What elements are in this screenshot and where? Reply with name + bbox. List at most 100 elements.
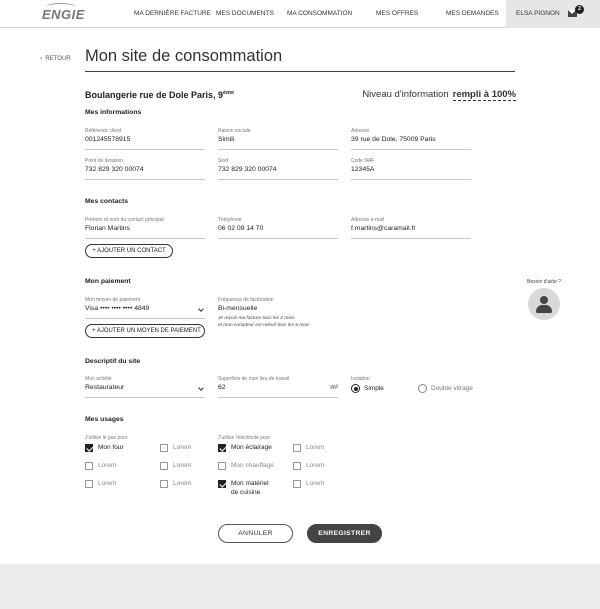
field-value: f.martins@caramail.fr [351,225,416,232]
field-value: Simili [218,136,235,143]
field-value: Florian Martins [85,225,130,232]
mail-count-badge: 2 [575,5,584,14]
field-label: Téléphone [218,217,242,223]
field-value: Visa •••• •••• •••• 4849 [85,305,150,312]
billing-note-line: Je reçois ma facture tous les 2 mois [218,316,295,321]
field-telephone[interactable]: Téléphone 06 02 09 14 70 [218,217,338,239]
cancel-button[interactable]: ANNULER [218,524,293,543]
field-label: Fréquence de facturation [218,297,274,303]
nav-user-menu[interactable]: ELSA PIGNON [506,0,600,28]
field-label: Raison sociale [218,128,251,134]
field-code-naf[interactable]: Code NAF 12345A [351,158,471,180]
field-raison-sociale[interactable]: Raison sociale Simili [218,128,338,150]
field-value: Bi-mensuelle [218,305,258,312]
checkbox-label[interactable]: Lorem [173,461,191,470]
section-usages: Mes usages [85,416,124,423]
checkbox-label[interactable]: Lorem [98,461,116,470]
field-point-de-livraison[interactable]: Point de livraison 732 829 320 00074 [85,158,205,180]
field-value: 62 [218,384,226,391]
engie-logo[interactable]: ENGIE [42,7,85,22]
checkbox-label[interactable]: Mon chauffage [231,461,274,470]
checkbox-elec-lorem[interactable] [293,444,301,452]
checkbox-label[interactable]: Lorem [306,461,324,470]
section-paiement: Mon paiement [85,278,131,285]
checkbox-label[interactable]: Lorem [173,443,191,452]
nav-derniere-facture[interactable]: MA DERNIÈRE FACTURE [134,0,211,28]
radio-simple-label[interactable]: Simple [364,385,384,392]
checkbox-materiel-cuisine[interactable] [218,480,226,488]
field-value: 12345A [351,166,375,173]
field-label: Adresse e-mail [351,217,385,223]
field-label: Mon activité [85,376,112,382]
nav-mes-offres[interactable]: MES OFFRES [376,0,418,28]
elec-usage-label: J'utilise l'électricité pour [218,435,271,441]
back-link[interactable]: ‹ RETOUR [40,56,71,62]
checkbox-mon-chauffage[interactable] [218,462,226,470]
field-label: Prénom et nom du contact principal [85,217,164,223]
nav-mes-documents[interactable]: MES DOCUMENTS [216,0,274,28]
checkbox-mon-four[interactable] [85,444,93,452]
field-label: Superficie de mon lieu de travail [218,376,290,382]
add-payment-button[interactable]: + AJOUTER UN MOYEN DE PAIEMENT [85,324,205,338]
field-value: 732 829 320 00074 [218,166,277,173]
field-siret[interactable]: Siret 732 829 320 00074 [218,158,338,180]
checkbox-gas-lorem[interactable] [85,462,93,470]
field-reference-client[interactable]: Référence client 001245578915 [85,128,205,150]
radio-simple[interactable] [351,384,360,393]
nav-mes-demandes[interactable]: MES DEMANDES [446,0,499,28]
checkbox-label[interactable]: Mon matériel de cuisine [231,479,269,497]
checkbox-elec-lorem[interactable] [293,480,301,488]
nav-ma-consommation[interactable]: MA CONSOMMATION [287,0,352,28]
area-field[interactable]: Superficie de mon lieu de travail 62 m² [218,376,338,398]
checkbox-gas-lorem[interactable] [160,462,168,470]
checkbox-gas-lorem[interactable] [160,480,168,488]
activity-select[interactable]: Mon activité Restaurateur [85,376,205,398]
checkbox-gas-lorem[interactable] [160,444,168,452]
field-value: Restaurateur [85,384,125,391]
checkbox-label[interactable]: Lorem [306,443,324,452]
checkbox-label-line: de cuisine [231,489,261,496]
insulation-label: Isolation [351,376,370,382]
checkbox-label[interactable]: Lorem [173,479,191,488]
radio-double-vitrage[interactable] [418,384,427,393]
area-unit: m² [330,384,338,391]
add-contact-button[interactable]: + AJOUTER UN CONTACT [85,244,173,258]
field-label: Référence client [85,128,122,134]
billing-note-line: et mon compteur est relevé tous les 6 mo… [218,323,310,328]
user-name: ELSA PIGNON [516,10,560,17]
field-adresse[interactable]: Adresse 39 rue de Dole, 75009 Paris [351,128,471,150]
field-value: 06 02 09 14 70 [218,225,264,232]
section-contacts: Mes contacts [85,198,129,205]
checkbox-label[interactable]: Lorem [306,479,324,488]
checkbox-label[interactable]: Mon éclairage [231,443,272,452]
site-name: Boulangerie rue de Dole Paris, 9ème [85,90,235,100]
info-level-label: Niveau d'information [362,89,449,100]
page-title: Mon site de consommation [85,47,283,65]
field-contact-name[interactable]: Prénom et nom du contact principal Flori… [85,217,205,239]
field-label: Code NAF [351,158,375,164]
field-value: 39 rue de Dole, 75009 Paris [351,136,436,143]
checkbox-label[interactable]: Mon four [98,443,124,452]
field-value: 732 829 320 00074 [85,166,144,173]
field-label: Adresse [351,128,370,134]
gas-usage-label: J'utilise le gaz pour [85,435,128,441]
save-button[interactable]: ENREGISTRER [307,524,382,543]
payment-method-select[interactable]: Mon moyen de paiement Visa •••• •••• •••… [85,297,205,319]
checkbox-elec-lorem[interactable] [293,462,301,470]
section-descriptif: Descriptif du site [85,358,141,365]
field-email[interactable]: Adresse e-mail f.martins@caramail.fr [351,217,471,239]
checkbox-mon-eclairage[interactable] [218,444,226,452]
back-label: RETOUR [45,56,71,62]
info-level-value[interactable]: rempli à 100% [452,89,516,101]
field-label: Siret [218,158,229,164]
checkbox-label[interactable]: Lorem [98,479,116,488]
checkbox-label-line: Mon matériel [231,480,269,487]
title-divider [85,71,515,72]
field-label: Point de livraison [85,158,124,164]
help-label: Besoin d'aide ? [527,279,562,285]
help-avatar-button[interactable] [528,288,560,320]
radio-double-label[interactable]: Double vitrage [431,385,473,392]
footer [0,564,600,609]
checkbox-gas-lorem[interactable] [85,480,93,488]
field-label: Mon moyen de paiement [85,297,141,303]
